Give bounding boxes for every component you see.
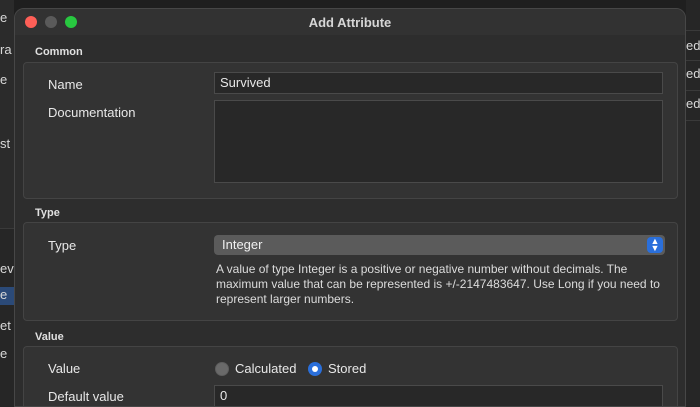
stored-radio[interactable] bbox=[308, 362, 322, 376]
background-divider bbox=[686, 60, 700, 61]
background-text-fragment: ev bbox=[0, 261, 14, 276]
name-label: Name bbox=[48, 77, 83, 92]
background-app-right-pane bbox=[686, 0, 700, 407]
add-attribute-dialog: Add Attribute Common Name Survived Docum… bbox=[14, 8, 686, 407]
documentation-label: Documentation bbox=[48, 105, 136, 120]
calculated-radio-label[interactable]: Calculated bbox=[235, 361, 296, 376]
background-text-fragment: ed bbox=[686, 96, 700, 111]
type-popup-value: Integer bbox=[222, 237, 263, 252]
background-divider bbox=[686, 90, 700, 91]
calculated-radio[interactable] bbox=[215, 362, 229, 376]
background-divider bbox=[686, 30, 700, 31]
type-group: Type Integer ▲ ▼ A value of type Integer … bbox=[23, 222, 678, 321]
chevron-up-down-icon: ▲ ▼ bbox=[647, 237, 663, 253]
background-text-fragment: ed bbox=[686, 38, 700, 53]
type-label: Type bbox=[48, 238, 77, 253]
documentation-field[interactable] bbox=[214, 100, 663, 183]
type-popup-button[interactable]: Integer ▲ ▼ bbox=[214, 235, 665, 255]
background-text-fragment: e bbox=[0, 346, 8, 361]
background-text-fragment: ed bbox=[686, 66, 700, 81]
default-value-field[interactable]: 0 bbox=[214, 385, 663, 406]
background-text-fragment: ra bbox=[0, 42, 12, 57]
background-text-fragment-selected: e bbox=[0, 287, 14, 305]
window-title: Add Attribute bbox=[308, 15, 392, 30]
stored-radio-label[interactable]: Stored bbox=[328, 361, 366, 376]
name-field[interactable]: Survived bbox=[214, 72, 663, 94]
background-text-fragment: e bbox=[0, 72, 8, 87]
common-group: Name Survived Documentation bbox=[23, 62, 678, 199]
default-value-label: Default value bbox=[48, 389, 124, 404]
value-label: Value bbox=[48, 361, 81, 376]
background-divider bbox=[686, 120, 700, 121]
background-text-fragment: et bbox=[0, 318, 11, 333]
section-label-type: Type bbox=[35, 207, 60, 219]
value-group: Value Calculated Stored Default value 0 bbox=[23, 346, 678, 406]
title-bar: Add Attribute bbox=[15, 9, 685, 35]
type-description: A value of type Integer is a positive or… bbox=[216, 262, 660, 306]
section-label-value: Value bbox=[35, 331, 64, 343]
section-label-common: Common bbox=[35, 46, 83, 58]
background-text-fragment: st bbox=[0, 136, 11, 151]
background-text-fragment: e bbox=[0, 10, 8, 25]
